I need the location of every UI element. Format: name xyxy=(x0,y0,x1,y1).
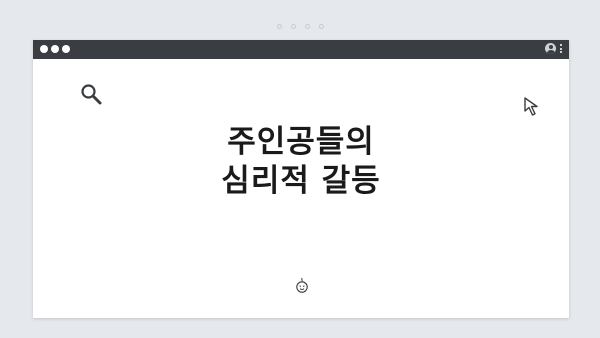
titlebar-actions xyxy=(545,43,563,54)
maximize-dot-icon[interactable] xyxy=(62,45,70,53)
minimize-dot-icon[interactable] xyxy=(51,45,59,53)
baby-face-icon xyxy=(296,277,308,293)
headline: 주인공들의 심리적 갈등 xyxy=(33,123,569,201)
user-avatar-icon[interactable] xyxy=(545,43,556,54)
pagination-dot[interactable] xyxy=(290,24,296,29)
pagination-dot[interactable] xyxy=(276,24,282,29)
window-controls xyxy=(40,45,70,53)
kebab-menu-icon[interactable] xyxy=(559,44,563,53)
pagination-dot[interactable] xyxy=(318,24,324,29)
pagination-dots xyxy=(0,24,600,29)
page: 주인공들의 심리적 갈등 xyxy=(0,0,600,338)
browser-window: 주인공들의 심리적 갈등 xyxy=(33,40,569,318)
search-icon xyxy=(81,84,102,105)
pagination-dot[interactable] xyxy=(304,24,310,29)
headline-line-2: 심리적 갈등 xyxy=(221,163,381,199)
close-dot-icon[interactable] xyxy=(40,45,48,53)
cursor-arrow-icon xyxy=(524,97,538,116)
headline-line-1: 주인공들의 xyxy=(227,124,375,160)
window-titlebar xyxy=(33,40,569,59)
